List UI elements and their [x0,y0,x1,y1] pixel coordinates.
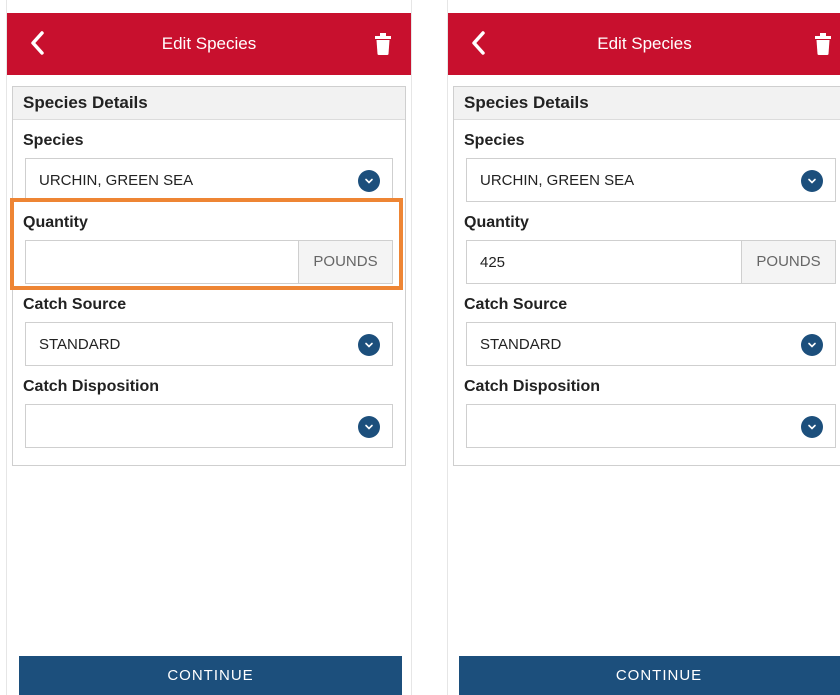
catch-source-label: Catch Source [464,296,568,313]
catch-source-value: STANDARD [39,336,121,353]
quantity-input[interactable] [25,240,298,284]
quantity-unit: POUNDS [741,240,836,284]
species-label: Species [23,132,84,149]
quantity-field: POUNDS [466,240,836,284]
species-value: URCHIN, GREEN SEA [39,172,194,189]
quantity-label: Quantity [23,214,88,231]
continue-button[interactable]: CONTINUE [459,656,840,695]
card-heading: Species Details [454,87,840,120]
quantity-label: Quantity [464,214,529,231]
species-value: URCHIN, GREEN SEA [480,172,635,189]
delete-button[interactable] [375,33,391,55]
app-header: Edit Species [448,13,840,75]
catch-source-value: STANDARD [480,336,562,353]
quantity-unit: POUNDS [298,240,393,284]
species-select[interactable]: URCHIN, GREEN SEA [466,158,836,202]
screen-right: Edit Species Species Details Species URC… [447,0,840,695]
catch-source-label: Catch Source [23,296,127,313]
delete-button[interactable] [815,33,831,55]
quantity-field: POUNDS [25,240,393,284]
catch-disposition-select[interactable] [25,404,393,448]
catch-source-select[interactable]: STANDARD [25,322,393,366]
species-select[interactable]: URCHIN, GREEN SEA [25,158,393,202]
catch-source-select[interactable]: STANDARD [466,322,836,366]
card-heading: Species Details [13,87,405,120]
page-title: Edit Species [597,34,692,53]
catch-disposition-label: Catch Disposition [23,378,160,395]
chevron-down-icon[interactable] [358,334,380,356]
continue-button[interactable]: CONTINUE [19,656,402,695]
app-header: Edit Species [7,13,411,75]
catch-disposition-select[interactable] [466,404,836,448]
catch-disposition-label: Catch Disposition [464,378,601,395]
page-title: Edit Species [161,34,257,53]
trash-icon [375,33,391,55]
species-label: Species [464,132,525,149]
screen-left: Edit Species Species Details Species URC… [6,0,412,695]
chevron-down-icon[interactable] [358,170,380,192]
chevron-down-icon[interactable] [358,416,380,438]
species-details-card: Species Details Species URCHIN, GREEN SE… [453,86,840,466]
chevron-down-icon[interactable] [801,416,823,438]
chevron-down-icon[interactable] [801,170,823,192]
trash-icon [815,33,831,55]
quantity-input[interactable] [466,240,741,284]
chevron-down-icon[interactable] [801,334,823,356]
species-details-card: Species Details Species URCHIN, GREEN SE… [12,86,406,466]
